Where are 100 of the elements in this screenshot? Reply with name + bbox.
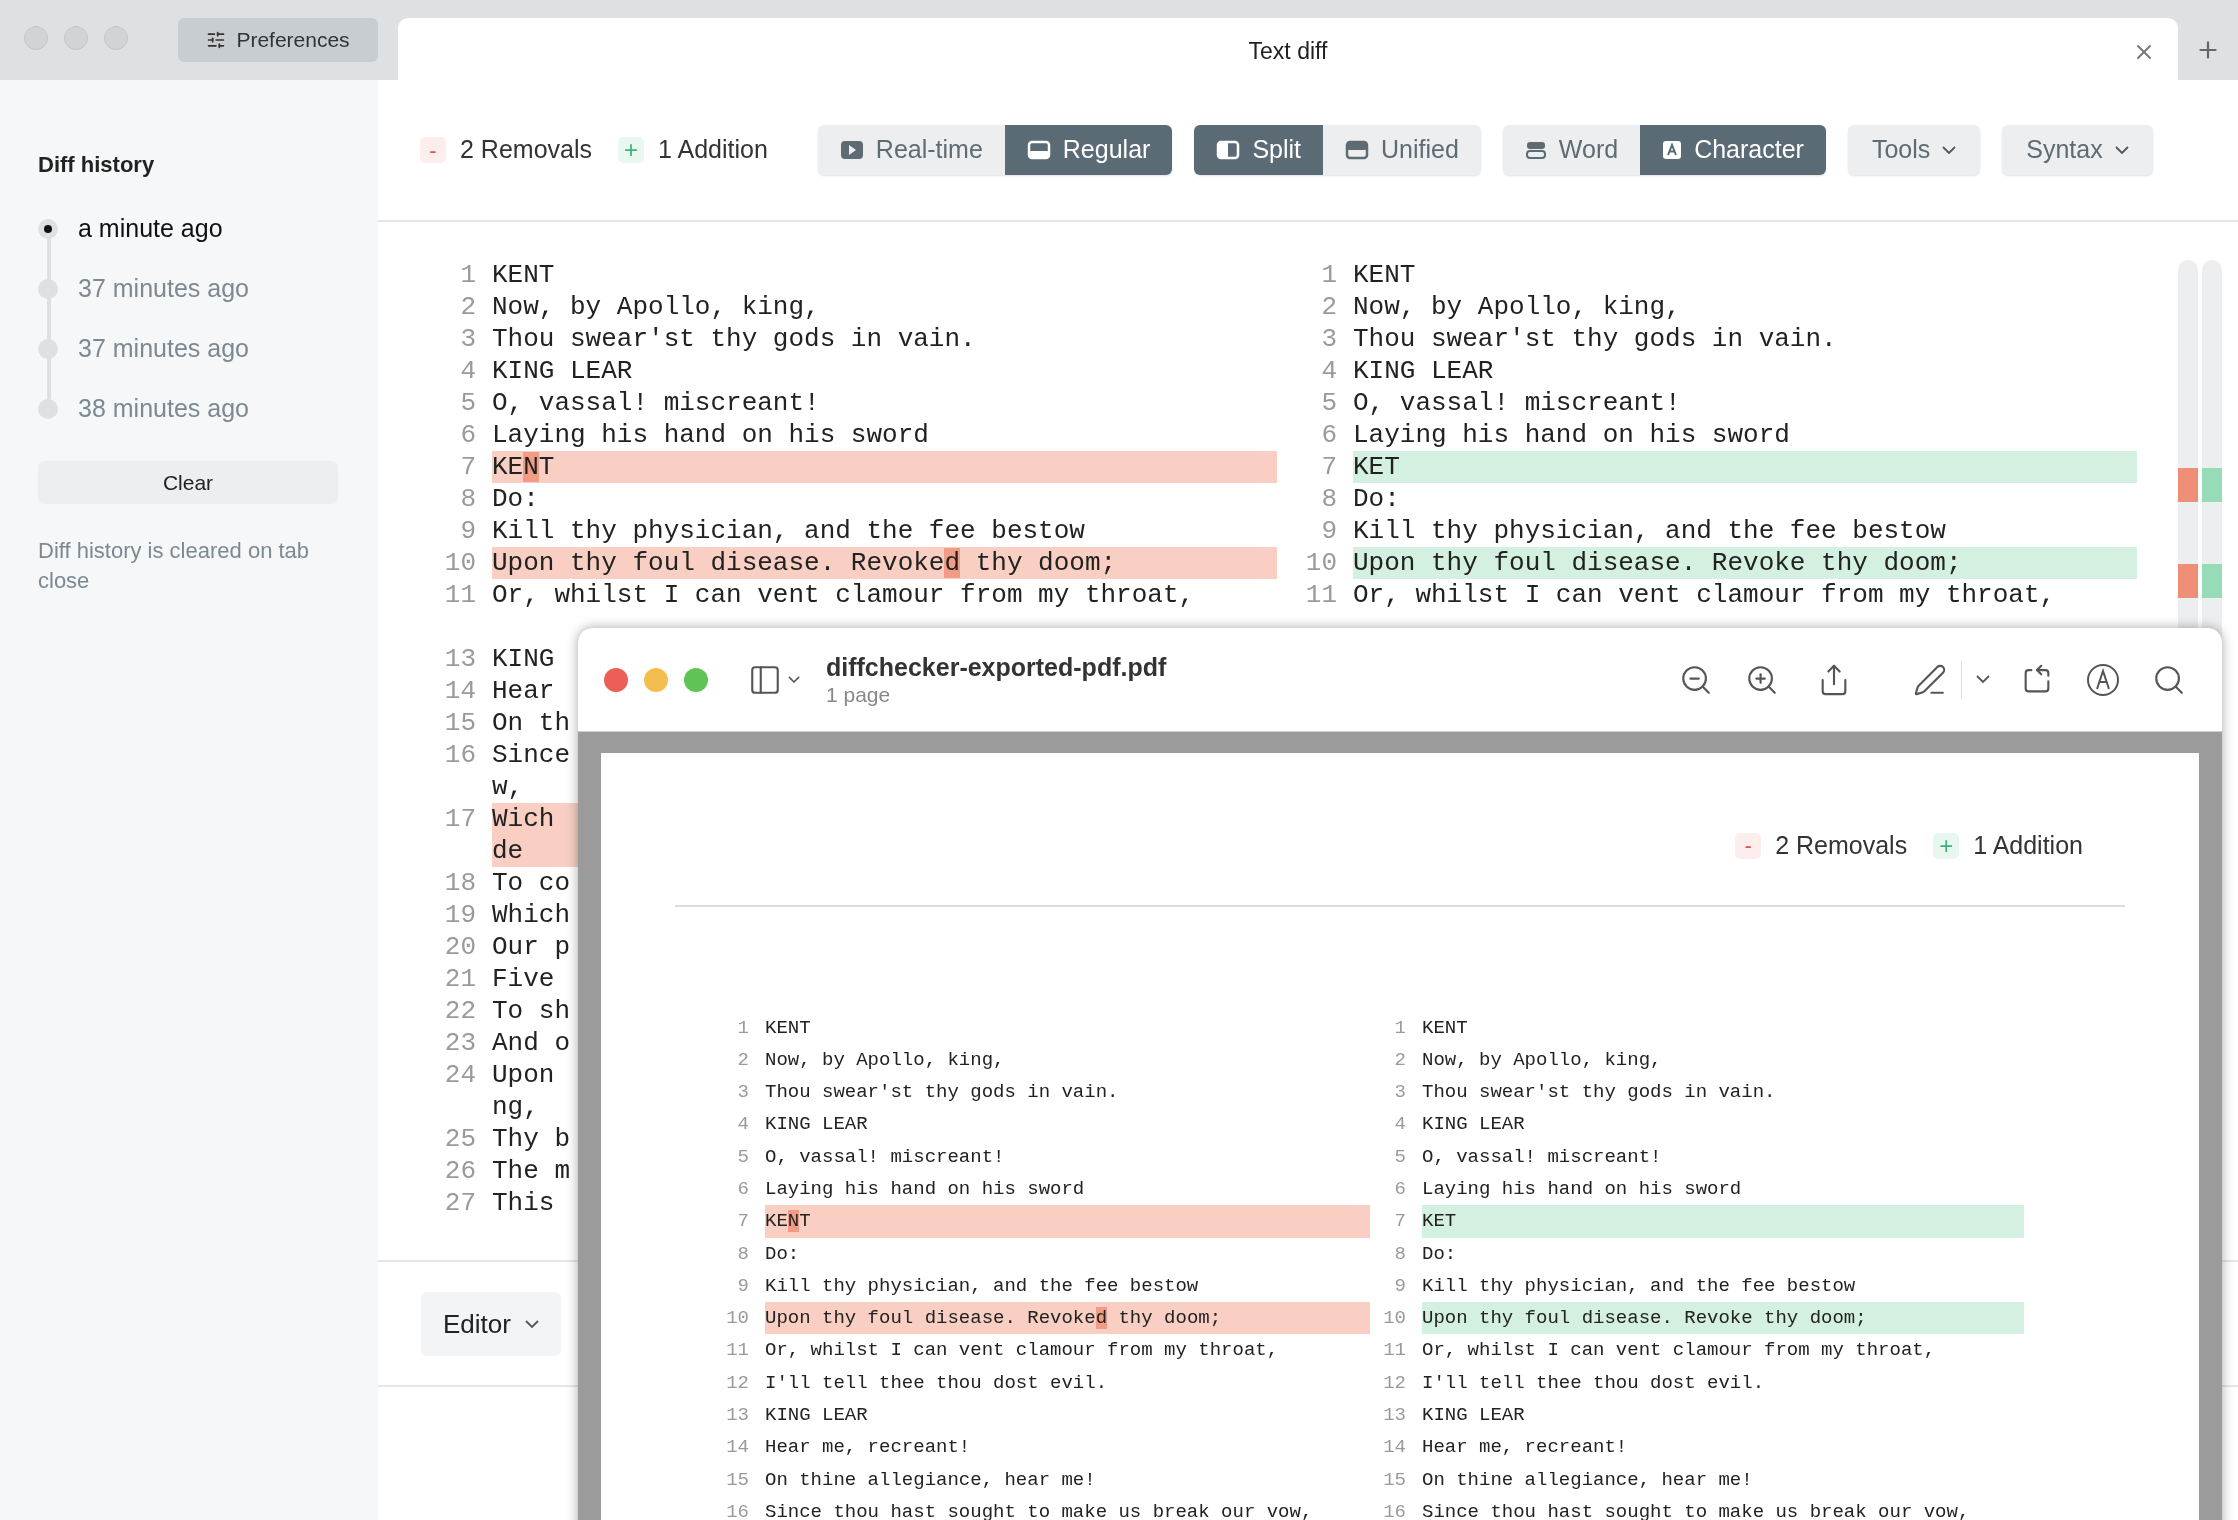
history-item[interactable]: 37 minutes ago xyxy=(78,270,249,308)
code-line: O, vassal! miscreant! xyxy=(492,387,820,419)
sliders-icon xyxy=(206,30,227,50)
line-number: 19 xyxy=(443,899,476,931)
view-toggle[interactable]: Unified xyxy=(1323,125,1481,175)
line-number: 4 xyxy=(459,355,476,387)
chevron-down-icon xyxy=(1942,145,1957,155)
line-number: 8 xyxy=(459,483,476,515)
unified-icon xyxy=(1345,140,1369,160)
line-number: 23 xyxy=(443,1027,476,1059)
line-number: 16 xyxy=(443,739,476,771)
code-line: Now, by Apollo, king, xyxy=(765,1047,1005,1073)
code-line: KING LEAR xyxy=(1353,355,1494,387)
view-toggle[interactable]: Character xyxy=(1640,125,1826,175)
line-number: 3 xyxy=(459,323,476,355)
line-number: 3 xyxy=(1320,323,1337,355)
editor-dropdown[interactable]: Editor xyxy=(421,1292,561,1356)
code-line: To sh xyxy=(492,995,570,1027)
history-item[interactable]: a minute ago xyxy=(78,210,223,248)
letter-tile-icon xyxy=(1662,140,1683,160)
dropdown-button[interactable]: Tools xyxy=(1847,125,1981,175)
code-line: Now, by Apollo, king, xyxy=(1353,291,1681,323)
line-number: 18 xyxy=(443,867,476,899)
line-number: 3 xyxy=(1393,1080,1406,1106)
line-number: 2 xyxy=(1393,1047,1406,1073)
markup-icon[interactable] xyxy=(2086,662,2120,697)
code-line: The m xyxy=(492,1155,570,1187)
split-icon xyxy=(1216,140,1241,160)
code-line: On th xyxy=(492,707,570,739)
code-line: KING LEAR xyxy=(492,355,633,387)
line-number: 27 xyxy=(443,1187,476,1219)
line-number: 10 xyxy=(443,547,476,579)
line-number: 25 xyxy=(443,1123,476,1155)
sidebar-title: Diff history xyxy=(38,151,156,179)
code-line: Do: xyxy=(1422,1241,1457,1267)
line-number: 9 xyxy=(1393,1273,1406,1299)
history-note: Diff history is cleared on tab close xyxy=(38,537,311,595)
preferences-button[interactable]: Preferences xyxy=(178,18,378,62)
code-line: Or, whilst I can vent clamour from my throat, xyxy=(1353,579,2056,611)
line-number: 9 xyxy=(459,515,476,547)
line-number: 16 xyxy=(725,1499,749,1520)
line-number: 4 xyxy=(736,1112,749,1138)
line-number: 4 xyxy=(1393,1112,1406,1138)
code-line: Do: xyxy=(1353,483,1400,515)
line-number: 8 xyxy=(1320,483,1337,515)
line-number: 1 xyxy=(459,259,476,291)
code-line: KENT xyxy=(1353,259,1416,291)
code-line: O, vassal! miscreant! xyxy=(1422,1144,1662,1170)
line-number: 10 xyxy=(725,1306,749,1332)
removals-count: 2 Removals xyxy=(1775,830,1908,861)
code-line: KENT xyxy=(492,259,555,291)
code-line: Which xyxy=(492,899,570,931)
code-line: I'll tell thee thou dost evil. xyxy=(765,1370,1108,1396)
line-number: 11 xyxy=(725,1338,749,1364)
code-line: Laying his hand on his sword xyxy=(765,1177,1085,1202)
code-line: O, vassal! miscreant! xyxy=(765,1144,1005,1170)
line-number: 1 xyxy=(736,1015,749,1041)
play-icon xyxy=(839,140,864,160)
code-line: Or, whilst I can vent clamour from my throat, xyxy=(492,579,1195,611)
line-number: 2 xyxy=(736,1047,749,1073)
line-number: 24 xyxy=(443,1059,476,1091)
view-toggle[interactable]: Word xyxy=(1502,125,1641,175)
line-number: 4 xyxy=(1320,355,1337,387)
code-line: Now, by Apollo, king, xyxy=(492,291,820,323)
clear-button[interactable]: Clear xyxy=(38,461,338,504)
line-number: 6 xyxy=(736,1177,749,1202)
history-item[interactable]: 38 minutes ago xyxy=(78,390,249,428)
history-item[interactable]: 37 minutes ago xyxy=(78,330,249,368)
panel-icon xyxy=(1026,140,1051,160)
line-number: 22 xyxy=(443,995,476,1027)
line-number: 5 xyxy=(1320,387,1337,419)
document-title: diffchecker-exported-pdf.pdf xyxy=(826,651,1167,682)
code-line: Thy b xyxy=(492,1123,570,1155)
code-line: Since w, xyxy=(492,739,570,803)
line-number: 7 xyxy=(1393,1209,1406,1235)
additions-count: 1 Addition xyxy=(658,134,768,166)
line-number: 3 xyxy=(736,1080,749,1106)
code-line: Kill thy physician, and the fee bestow xyxy=(765,1273,1199,1299)
chevron-down-icon xyxy=(1976,675,1990,684)
code-line: Do: xyxy=(765,1241,800,1267)
close-window-icon[interactable] xyxy=(604,667,628,692)
view-toggle[interactable]: Real-time xyxy=(817,125,1005,175)
pen-icon[interactable] xyxy=(1913,662,1947,697)
stacked-bars-icon xyxy=(1524,140,1547,160)
code-line: KENT xyxy=(765,1015,811,1041)
code-line: On thine allegiance, hear me! xyxy=(1422,1467,1753,1493)
code-line: And o xyxy=(492,1027,570,1059)
view-toggle[interactable]: Split xyxy=(1194,125,1323,175)
code-line: Or, whilst I can vent clamour from my throat, xyxy=(765,1338,1279,1364)
tab-title: Text diff xyxy=(1248,37,1328,66)
code-line: Hear me, recreant! xyxy=(765,1435,971,1461)
code-line: Or, whilst I can vent clamour from my throat, xyxy=(1422,1338,1936,1364)
line-number: 15 xyxy=(443,707,476,739)
code-line: KING LEAR xyxy=(765,1112,868,1138)
line-number: 12 xyxy=(725,1370,749,1396)
tab[interactable]: Text diff xyxy=(398,18,2178,80)
line-number: 1 xyxy=(1320,259,1337,291)
view-toggle[interactable]: Regular xyxy=(1004,125,1173,175)
dropdown-button[interactable]: Syntax xyxy=(2002,125,2153,175)
removal-sign: - xyxy=(420,137,446,163)
